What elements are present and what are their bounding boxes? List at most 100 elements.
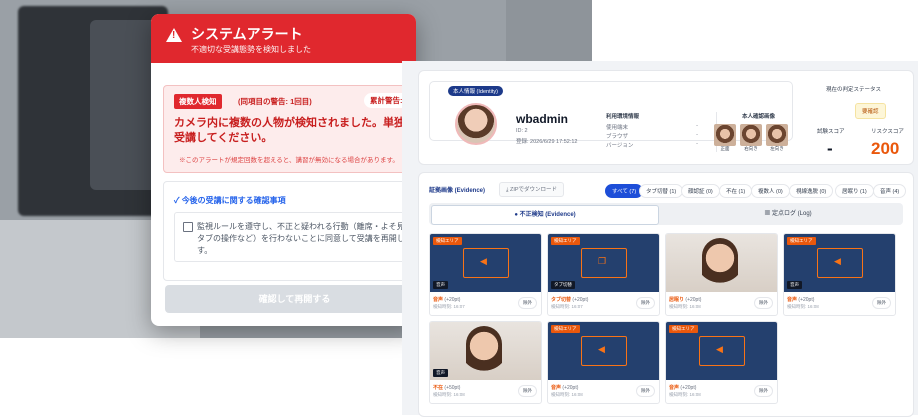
user-id: ID: 2 bbox=[516, 128, 528, 134]
env-value: - bbox=[696, 123, 698, 129]
photo-right[interactable] bbox=[740, 124, 762, 146]
name-text: 音声 bbox=[433, 297, 444, 303]
resume-button[interactable]: 確認して再開する bbox=[165, 285, 416, 313]
evidence-image: 検知エリア ◀ bbox=[666, 322, 777, 380]
evidence-title: 証拠画像 (Evidence) bbox=[429, 188, 486, 194]
exam-score-value: - bbox=[827, 139, 833, 158]
exclude-button[interactable]: 除外 bbox=[754, 297, 773, 309]
download-icon: ⤓ bbox=[506, 187, 509, 193]
evidence-time: 検知時刻: 16:08 bbox=[551, 392, 583, 397]
alert-title: システムアラート bbox=[191, 26, 303, 42]
zip-label: ZIPでダウンロード bbox=[509, 187, 558, 193]
evidence-image: 検知エリア ◀ bbox=[548, 322, 659, 380]
exclude-button[interactable]: 除外 bbox=[754, 385, 773, 397]
evidence-card: 証拠画像 (Evidence) ⤓ ZIPでダウンロード すべて (7) タブ切… bbox=[418, 172, 914, 417]
exclude-button[interactable]: 除外 bbox=[518, 297, 537, 309]
filter-multiple[interactable]: 複数人 (0) bbox=[751, 184, 790, 198]
kind-tag: 音声 bbox=[787, 281, 802, 289]
evidence-card-item[interactable]: 検知エリア ◀ 音声 (+20pt) 検知時刻: 16:08 除外 bbox=[547, 321, 660, 404]
evidence-time: 検知時刻: 16:07 bbox=[433, 304, 465, 309]
detect-area-tag: 検知エリア bbox=[433, 237, 462, 245]
filter-audio[interactable]: 音声 (4) bbox=[873, 184, 907, 198]
env-label: 使用端末 bbox=[606, 125, 629, 131]
evidence-card-item[interactable]: 検知エリア ◀ 音声 音声 (+20pt) 検知時刻: 16:07 除外 bbox=[429, 233, 542, 316]
detect-frame: ◀ bbox=[581, 336, 627, 366]
photo-label: 左向き bbox=[770, 146, 784, 151]
evidence-image: 検知エリア ◀ 音声 bbox=[430, 234, 541, 292]
evidence-image: 検知エリア ❐ タブ切替 bbox=[548, 234, 659, 292]
filter-sleep[interactable]: 居眠り (1) bbox=[835, 184, 874, 198]
filter-face[interactable]: 顔認証 (0) bbox=[681, 184, 720, 198]
detection-count: (同項目の警告: 1回目) bbox=[238, 97, 312, 106]
tab-log[interactable]: ▦ 定点ログ (Log) bbox=[675, 205, 901, 223]
evidence-name: タブ切替 (+20pt) bbox=[551, 296, 588, 303]
exclude-button[interactable]: 除外 bbox=[636, 385, 655, 397]
points: (+20pt) bbox=[572, 297, 589, 303]
points: (+50pt) bbox=[444, 385, 461, 391]
env-title: 利用環境情報 bbox=[606, 114, 640, 120]
detect-frame: ◀ bbox=[817, 248, 863, 278]
evidence-card-item[interactable]: 検知エリア ❐ タブ切替 タブ切替 (+20pt) 検知時刻: 16:07 除外 bbox=[547, 233, 660, 316]
exam-score-label: 試験スコア bbox=[817, 129, 845, 135]
risk-score-value: 200 bbox=[871, 139, 900, 158]
exclude-button[interactable]: 除外 bbox=[636, 297, 655, 309]
evidence-name: 音声 (+20pt) bbox=[433, 296, 460, 303]
exclude-button[interactable]: 除外 bbox=[518, 385, 537, 397]
confirmation-title: ✓ 今後の受講に関する確認事項 bbox=[174, 196, 286, 205]
person-photo bbox=[466, 326, 502, 376]
identity-card: 本人情報 (Identity) wbadmin ID: 2 登録: 2026/6… bbox=[418, 70, 914, 165]
points: (+20pt) bbox=[562, 385, 579, 391]
detection-badge: 複数人検知 bbox=[174, 94, 222, 109]
agree-checkbox[interactable] bbox=[183, 222, 193, 232]
registered-time: 登録: 2026/6/29 17:52:12 bbox=[516, 139, 578, 145]
evidence-card-item[interactable]: 音声 不在 (+50pt) 検知時刻: 16:08 除外 bbox=[429, 321, 542, 404]
identity-badge: 本人情報 (Identity) bbox=[448, 86, 503, 96]
evidence-tabs: ● 不正検知 (Evidence) ▦ 定点ログ (Log) bbox=[429, 203, 903, 225]
photo-label: 正面 bbox=[720, 146, 730, 151]
evidence-name: 音声 (+20pt) bbox=[669, 384, 696, 391]
name-text: 居眠り bbox=[669, 297, 685, 303]
evidence-name: 不在 (+50pt) bbox=[433, 384, 460, 391]
speaker-icon: ◀ bbox=[598, 344, 605, 354]
grid-icon: ▦ bbox=[764, 211, 771, 217]
agreement-row[interactable]: 監視ルールを遵守し、不正と疑われる行動（離席・よそ見・別タブの操作など）を行わな… bbox=[174, 212, 416, 262]
detect-frame: ◀ bbox=[463, 248, 509, 278]
evidence-photo bbox=[666, 234, 777, 292]
evidence-time: 検知時刻: 16:08 bbox=[433, 392, 465, 397]
name-text: 不在 bbox=[433, 385, 444, 391]
points: (+20pt) bbox=[444, 297, 461, 303]
tab-label: 定点ログ (Log) bbox=[772, 211, 812, 217]
env-label: バージョン bbox=[606, 143, 634, 149]
name-text: タブ切替 bbox=[551, 297, 572, 303]
speaker-icon: ◀ bbox=[480, 256, 487, 266]
photos-title: 本人確認画像 bbox=[742, 114, 776, 120]
admin-dashboard: 本人情報 (Identity) wbadmin ID: 2 登録: 2026/6… bbox=[402, 61, 918, 417]
env-row: 使用端末 - bbox=[606, 123, 698, 131]
photo-label: 右向き bbox=[744, 146, 758, 151]
risk-score-label: リスクスコア bbox=[871, 129, 904, 135]
filter-absent[interactable]: 不在 (1) bbox=[719, 184, 753, 198]
photo-front[interactable] bbox=[714, 124, 736, 146]
filter-all[interactable]: すべて (7) bbox=[605, 184, 644, 198]
filter-gaze[interactable]: 視線逸脱 (0) bbox=[789, 184, 834, 198]
zip-download-button[interactable]: ⤓ ZIPでダウンロード bbox=[499, 182, 565, 197]
speaker-icon: ◀ bbox=[716, 344, 723, 354]
evidence-card-item[interactable]: 検知エリア ◀ 音声 (+20pt) 検知時刻: 16:08 除外 bbox=[665, 321, 778, 404]
name-text: 音声 bbox=[669, 385, 680, 391]
evidence-card-item[interactable]: 居眠り (+20pt) 検知時刻: 16:08 除外 bbox=[665, 233, 778, 316]
kind-tag: 音声 bbox=[433, 281, 448, 289]
alert-subtitle: 不適切な受講態勢を検知しました bbox=[191, 45, 311, 54]
filter-tab-switch[interactable]: タブ切替 (1) bbox=[639, 184, 684, 198]
exclude-button[interactable]: 除外 bbox=[872, 297, 891, 309]
points: (+20pt) bbox=[680, 385, 697, 391]
username: wbadmin bbox=[516, 112, 569, 126]
detection-box: 複数人検知 (同項目の警告: 1回目) 累計警告: カメラ内に複数の人物が検知さ… bbox=[163, 85, 416, 173]
evidence-card-item[interactable]: 検知エリア ◀ 音声 音声 (+20pt) 検知時刻: 16:08 除外 bbox=[783, 233, 896, 316]
photo-left[interactable] bbox=[766, 124, 788, 146]
detect-area-tag: 検知エリア bbox=[669, 325, 698, 333]
avatar bbox=[455, 103, 497, 145]
evidence-image: 検知エリア ◀ 音声 bbox=[784, 234, 895, 292]
kind-tag: タブ切替 bbox=[551, 281, 575, 289]
tab-evidence[interactable]: ● 不正検知 (Evidence) bbox=[431, 205, 659, 225]
tab-label: 不正検知 (Evidence) bbox=[519, 212, 576, 218]
